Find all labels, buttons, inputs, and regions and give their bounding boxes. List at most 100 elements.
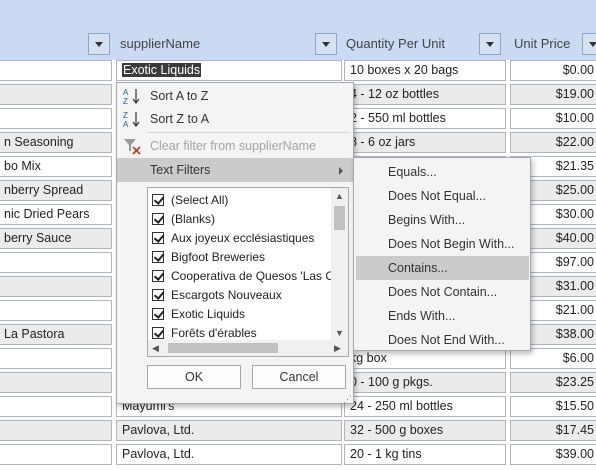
checkbox-checked-icon[interactable]	[152, 308, 164, 320]
scroll-up-icon[interactable]: ▲	[335, 191, 344, 201]
grid-cell-supplier[interactable]: Pavlova, Ltd.	[116, 444, 342, 465]
chevron-down-icon	[95, 41, 103, 47]
grid-cell-qty[interactable]: 0 - 100 g pkgs.	[344, 372, 506, 393]
sort-descending-icon: Z A	[123, 111, 140, 128]
grid-cell-qty[interactable]: 10 boxes x 20 bags	[344, 60, 506, 81]
ok-button[interactable]: OK	[147, 365, 241, 389]
grid-cell-product[interactable]: La Pastora	[0, 324, 112, 345]
text-filter-option[interactable]: Does Not Contain...	[356, 280, 529, 304]
clear-filter-icon	[124, 139, 141, 155]
column-title-supplier[interactable]: supplierName	[120, 36, 200, 51]
list-horizontal-scrollbar[interactable]: ◀ ▶	[148, 340, 348, 356]
submenu-arrow-icon	[339, 167, 343, 175]
filter-value-label: Escargots Nouveaux	[171, 288, 282, 302]
grid-cell-price[interactable]: $10.00	[510, 108, 596, 129]
clear-filter-item[interactable]: Clear filter from supplierName	[117, 134, 353, 158]
resize-grip-icon[interactable]: ⋰	[343, 394, 352, 404]
grid-cell-product[interactable]	[0, 108, 112, 129]
grid-cell-product[interactable]	[0, 444, 112, 465]
grid-cell-product[interactable]	[0, 84, 112, 105]
text-filter-option[interactable]: Ends With...	[356, 304, 529, 328]
product-filter-dropdown-button[interactable]	[88, 33, 110, 55]
svg-text:Z: Z	[123, 111, 128, 120]
grid-cell-qty[interactable]: 24 - 250 ml bottles	[344, 396, 506, 417]
grid-cell-product[interactable]: bo Mix	[0, 156, 112, 177]
scroll-right-icon[interactable]: ▶	[334, 343, 341, 353]
grid-cell-product[interactable]: nberry Spread	[0, 180, 112, 201]
grid-cell-product[interactable]	[0, 420, 112, 441]
text-filter-option-label: Does Not End With...	[388, 333, 505, 347]
checkbox-checked-icon[interactable]	[152, 270, 164, 282]
grid-cell-product[interactable]: n Seasoning	[0, 132, 112, 153]
scroll-thumb-horizontal[interactable]	[168, 343, 278, 353]
chevron-down-icon	[589, 41, 596, 47]
cancel-button[interactable]: Cancel	[252, 365, 346, 389]
list-vertical-scrollbar[interactable]: ▲ ▼	[331, 188, 348, 342]
scroll-left-icon[interactable]: ◀	[152, 343, 159, 353]
grid-cell-price[interactable]: $23.25	[510, 372, 596, 393]
grid-cell-product[interactable]	[0, 60, 112, 81]
filter-value-item[interactable]: Aux joyeux ecclésiastiques	[152, 229, 332, 248]
grid-cell-product[interactable]	[0, 300, 112, 321]
filter-menu: A Z Sort A to Z Z A Sort Z to A Clear fi…	[116, 82, 354, 404]
grid-cell-product[interactable]: nic Dried Pears	[0, 204, 112, 225]
grid-cell-qty[interactable]: 8 - 6 oz jars	[344, 132, 506, 153]
text-filter-option[interactable]: Does Not Equal...	[356, 184, 529, 208]
text-filter-option-label: Ends With...	[388, 309, 456, 323]
sort-desc-label: Sort Z to A	[150, 112, 210, 126]
grid-cell-supplier[interactable]: Pavlova, Ltd.	[116, 420, 342, 441]
text-filter-option[interactable]: Does Not End With...	[356, 328, 529, 352]
scroll-thumb[interactable]	[334, 206, 345, 230]
quantity-filter-dropdown-button[interactable]	[479, 33, 501, 55]
grid-cell-price[interactable]: $39.00	[510, 444, 596, 465]
text-filter-option[interactable]: Contains...	[356, 256, 529, 280]
checkbox-checked-icon[interactable]	[152, 327, 164, 339]
text-filter-option-label: Begins With...	[388, 213, 466, 227]
filter-values-list[interactable]: (Select All) (Blanks) Aux joyeux ecclésias…	[147, 187, 349, 357]
grid-cell-qty[interactable]: 4 - 12 oz bottles	[344, 84, 506, 105]
checkbox-checked-icon[interactable]	[152, 289, 164, 301]
grid-cell-qty[interactable]: 32 - 500 g boxes	[344, 420, 506, 441]
filter-value-item[interactable]: (Select All)	[152, 191, 332, 210]
grid-cell-price[interactable]: $22.00	[510, 132, 596, 153]
grid-cell-product[interactable]	[0, 252, 112, 273]
grid-cell-product[interactable]: berry Sauce	[0, 228, 112, 249]
grid-cell-qty[interactable]: 20 - 1 kg tins	[344, 444, 506, 465]
text-filter-option[interactable]: Does Not Begin With...	[356, 232, 529, 256]
filter-value-item[interactable]: Bigfoot Breweries	[152, 248, 332, 267]
supplier-filter-dropdown-button[interactable]	[315, 33, 337, 55]
grid-cell-price[interactable]: $0.00	[510, 60, 596, 81]
filter-value-item[interactable]: Escargots Nouveaux	[152, 286, 332, 305]
sort-a-to-z-item[interactable]: A Z Sort A to Z	[117, 84, 353, 108]
filter-value-item[interactable]: Cooperativa de Quesos 'Las Cabras'	[152, 267, 332, 286]
grid-cell-price[interactable]: $15.50	[510, 396, 596, 417]
grid-cell-product[interactable]	[0, 372, 112, 393]
grid-cell-product[interactable]	[0, 276, 112, 297]
grid-cell-product[interactable]	[0, 348, 112, 369]
clear-filter-label: Clear filter from supplierName	[150, 139, 317, 153]
text-filters-item[interactable]: Text Filters	[117, 158, 353, 182]
column-title-unit-price[interactable]: Unit Price	[514, 36, 570, 51]
filter-value-item[interactable]: (Blanks)	[152, 210, 332, 229]
grid-cell-qty[interactable]: 2 - 550 ml bottles	[344, 108, 506, 129]
price-filter-dropdown-button[interactable]	[582, 33, 596, 55]
checkbox-checked-icon[interactable]	[152, 251, 164, 263]
filter-value-label: Cooperativa de Quesos 'Las Cabras'	[171, 269, 332, 283]
text-filter-option[interactable]: Begins With...	[356, 208, 529, 232]
svg-text:Z: Z	[123, 97, 128, 105]
grid-cell-supplier[interactable]: Exotic Liquids	[116, 60, 342, 81]
scroll-down-icon[interactable]: ▼	[335, 328, 344, 338]
column-title-quantity[interactable]: Quantity Per Unit	[346, 36, 445, 51]
grid-cell-product[interactable]	[0, 396, 112, 417]
filter-value-item[interactable]: Exotic Liquids	[152, 305, 332, 324]
checkbox-checked-icon[interactable]	[152, 194, 164, 206]
filter-value-label: Aux joyeux ecclésiastiques	[171, 231, 315, 245]
text-filter-option[interactable]: Equals...	[356, 160, 529, 184]
checkbox-checked-icon[interactable]	[152, 232, 164, 244]
sort-z-to-a-item[interactable]: Z A Sort Z to A	[117, 107, 353, 131]
checkbox-checked-icon[interactable]	[152, 213, 164, 225]
grid-cell-price[interactable]: $19.00	[510, 84, 596, 105]
grid-cell-price[interactable]: $17.45	[510, 420, 596, 441]
text-filter-option-label: Does Not Begin With...	[388, 237, 515, 251]
chevron-down-icon	[486, 41, 494, 47]
